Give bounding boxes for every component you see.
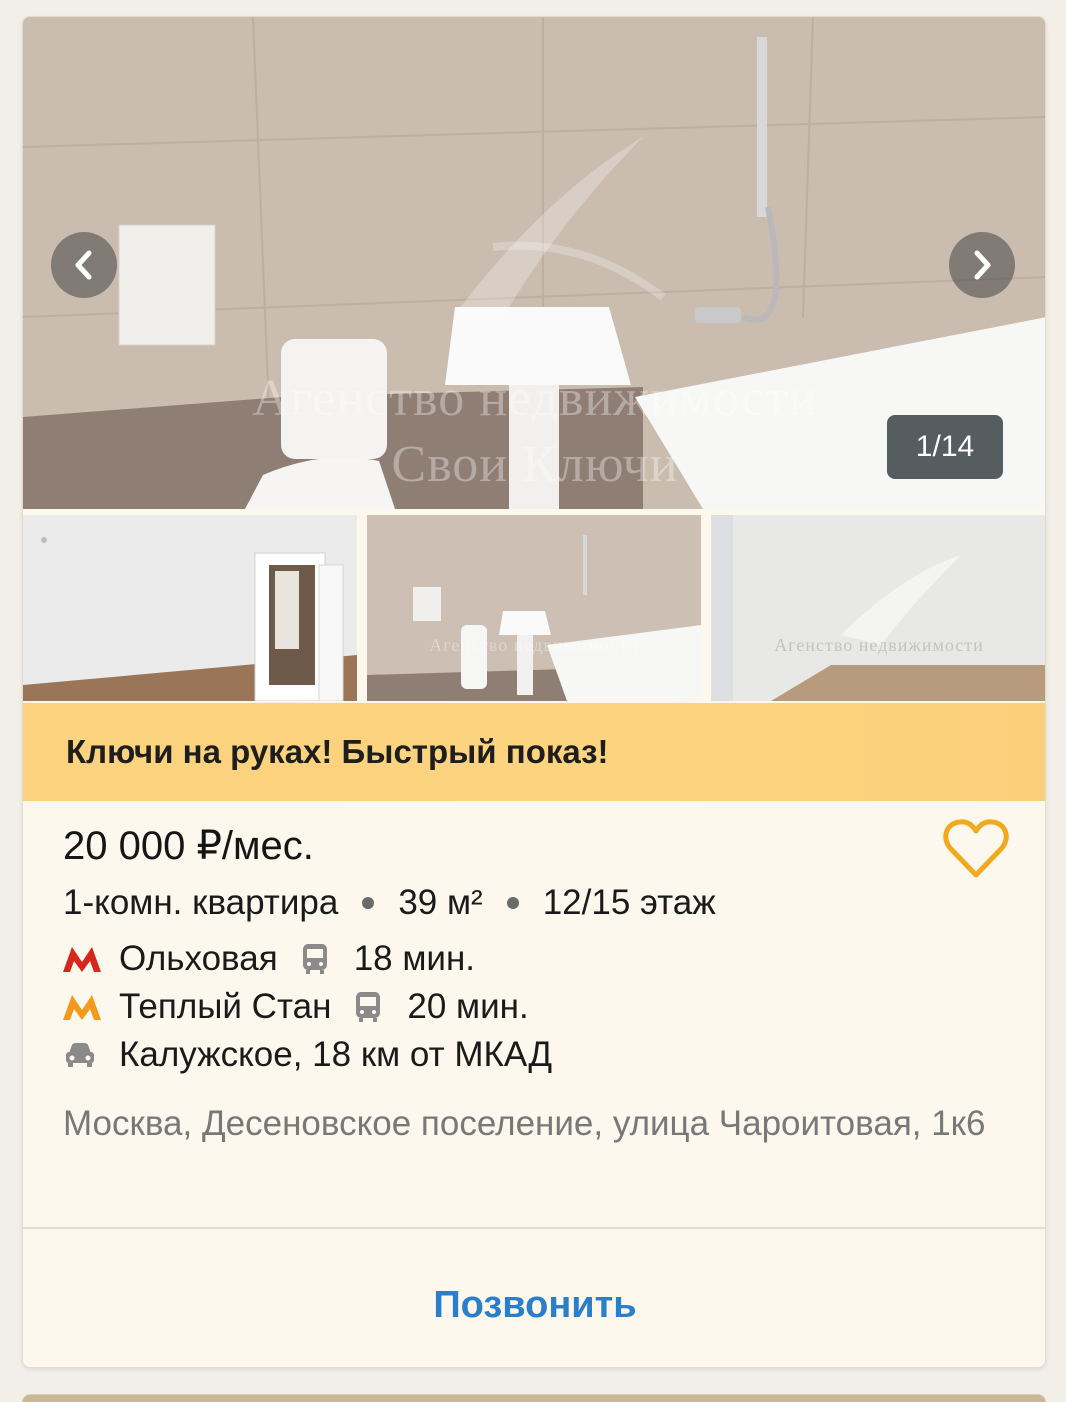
photo-counter: 1/14 <box>887 415 1003 479</box>
price: 20 000 ₽/мес. <box>63 824 314 868</box>
floor: 12/15 этаж <box>542 883 716 922</box>
bathroom-photo-small <box>367 515 701 701</box>
separator-dot <box>362 897 375 909</box>
favorite-button[interactable] <box>941 817 1011 881</box>
heart-icon <box>943 819 1009 878</box>
room-photo <box>23 515 357 701</box>
bus-icon <box>351 990 385 1024</box>
promo-banner: Ключи на руках! Быстрый показ! <box>23 703 1045 801</box>
metro-icon <box>63 944 105 974</box>
highway-row: Калужское, 18 км от МКАД <box>63 1035 552 1075</box>
next-photo-button[interactable] <box>949 232 1015 298</box>
highway-distance: Калужское, 18 км от МКАД <box>119 1035 553 1074</box>
listing-specs: 1-комн. квартира 39 м² 12/15 этаж <box>63 883 716 923</box>
bus-icon <box>298 942 332 976</box>
room-photo-2 <box>711 515 1045 701</box>
address: Москва, Десеновское поселение, улица Чар… <box>63 1104 986 1143</box>
metro-station: Теплый Стан <box>119 987 332 1026</box>
metro-travel-time: 18 мин. <box>353 939 476 978</box>
separator-dot <box>506 897 519 909</box>
thumbnail-3[interactable]: Агенство недвижимости <box>711 515 1045 701</box>
metro-row-1: Ольховая 18 мин. <box>63 939 475 979</box>
chevron-right-icon <box>974 250 991 280</box>
call-button[interactable]: Позвонить <box>23 1257 1045 1353</box>
metro-icon <box>63 992 105 1022</box>
listing-card[interactable]: Агенство недвижимости Свои Ключи 1/14 Аг… <box>22 16 1046 1368</box>
next-listing-card[interactable] <box>22 1394 1046 1402</box>
thumbnail-2[interactable]: Агенство недвижимости <box>367 515 701 701</box>
metro-travel-time: 20 мин. <box>407 987 529 1026</box>
car-icon <box>63 1040 105 1070</box>
thumbnail-1[interactable] <box>23 515 357 701</box>
area: 39 м² <box>398 883 483 922</box>
metro-station: Ольховая <box>119 939 278 978</box>
rooms: 1-комн. квартира <box>63 883 339 922</box>
chevron-left-icon <box>75 250 92 280</box>
main-photo[interactable]: Агенство недвижимости Свои Ключи 1/14 <box>23 17 1045 509</box>
prev-photo-button[interactable] <box>51 232 117 298</box>
divider <box>23 1227 1045 1229</box>
metro-row-2: Теплый Стан 20 мин. <box>63 987 529 1027</box>
